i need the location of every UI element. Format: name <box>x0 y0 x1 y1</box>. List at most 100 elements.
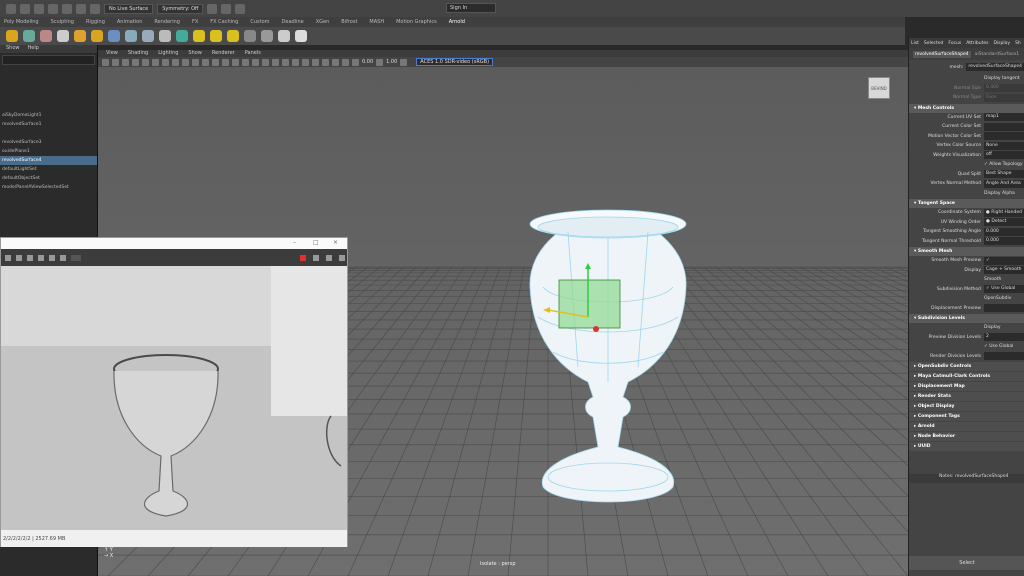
mesh-light-icon[interactable] <box>74 30 86 42</box>
attribute-editor-tab[interactable]: Focus <box>948 41 961 46</box>
region-icon[interactable] <box>16 254 22 261</box>
lasso-tool-icon[interactable] <box>20 3 30 14</box>
display-icon[interactable] <box>49 254 55 261</box>
license-icon[interactable] <box>244 30 256 42</box>
mesh-name-field[interactable]: revolvedSurfaceShape4 <box>966 63 1024 71</box>
wireframe-on-shaded-icon[interactable] <box>232 58 239 66</box>
shader-icon[interactable] <box>159 30 171 42</box>
eye-icon[interactable] <box>278 30 290 42</box>
area-light-icon[interactable] <box>40 30 52 42</box>
attribute-editor-tab[interactable]: List <box>911 41 919 46</box>
aov-dropdown[interactable] <box>71 254 81 261</box>
attribute-value[interactable]: Cage + Smooth <box>984 266 1024 275</box>
gamma-icon[interactable] <box>376 58 384 66</box>
channel-icon[interactable] <box>38 254 44 261</box>
xray-icon[interactable] <box>322 58 329 66</box>
outliner-item[interactable] <box>0 129 97 138</box>
bookmark-icon[interactable] <box>122 58 129 66</box>
live-surface-dropdown[interactable]: No Live Surface <box>104 3 154 14</box>
select-button[interactable]: Select <box>909 556 1024 570</box>
attribute-value[interactable]: ✓ <box>984 256 1024 265</box>
stop-render-icon[interactable] <box>300 254 306 261</box>
outliner-menu-help[interactable]: Help <box>28 45 39 53</box>
shelf-tab[interactable]: MASH <box>369 19 384 25</box>
xray-joints-icon[interactable] <box>332 58 339 66</box>
shelf-tab[interactable]: Bifrost <box>341 19 357 25</box>
attribute-value[interactable]: 0.000 <box>984 227 1024 236</box>
attribute-value[interactable]: ✓ Use Global <box>984 344 1013 349</box>
attribute-value[interactable]: Face <box>984 93 1024 102</box>
shelf-tab[interactable]: XGen <box>316 19 330 25</box>
select-tool-icon[interactable] <box>6 3 16 14</box>
xray-components-icon[interactable] <box>342 58 349 66</box>
section-header[interactable]: Subdivision Levels <box>909 314 1024 323</box>
shelf-tab[interactable]: Arnold <box>449 19 465 25</box>
gate-mask-icon[interactable] <box>172 58 179 66</box>
maximize-icon[interactable]: □ <box>313 239 319 246</box>
outliner-item[interactable]: mode/PanelAViewSelectedSet <box>0 183 97 192</box>
shelf-tab[interactable]: Custom <box>250 19 269 25</box>
section-header[interactable]: Maya Catmull-Clark Controls <box>909 372 1024 381</box>
exposure-icon[interactable] <box>352 58 359 66</box>
outliner-item[interactable]: revolvedSurface1 <box>0 120 97 129</box>
attribute-value[interactable] <box>984 122 1024 131</box>
merge-icon[interactable] <box>210 30 222 42</box>
smooth-shade-icon[interactable] <box>222 58 229 66</box>
snap-curve-icon[interactable] <box>62 3 72 14</box>
motion-blur-icon[interactable] <box>282 58 289 66</box>
attribute-value[interactable]: off <box>984 151 1024 160</box>
attribute-value[interactable]: Angle And Area <box>984 179 1024 188</box>
attribute-editor-tab[interactable]: Sh <box>1015 41 1021 46</box>
section-header[interactable]: OpenSubdiv Controls <box>909 362 1024 371</box>
aov-icon[interactable] <box>176 30 188 42</box>
snapshot-icon[interactable] <box>27 254 33 261</box>
isolate-select-icon[interactable] <box>312 58 319 66</box>
outliner-item[interactable]: revolvedSurface4 <box>0 156 97 165</box>
refresh-icon[interactable] <box>313 254 319 261</box>
exposure-field[interactable]: 0.00 <box>362 59 373 65</box>
attribute-value[interactable]: ● Detect <box>984 218 1024 227</box>
attribute-value[interactable]: None <box>984 141 1024 150</box>
resolution-gate-icon[interactable] <box>162 58 169 66</box>
depth-of-field-icon[interactable] <box>302 58 309 66</box>
shelf-tab[interactable]: Sculpting <box>51 19 74 25</box>
camera-select-icon[interactable] <box>326 254 332 261</box>
attribute-value[interactable]: ✓ Allow Topology <box>984 162 1023 167</box>
attribute-value[interactable]: Display <box>984 325 1001 330</box>
snap-grid-icon[interactable] <box>48 3 58 14</box>
operator-icon[interactable] <box>193 30 205 42</box>
color-management-icon[interactable] <box>400 58 408 66</box>
settings-icon[interactable] <box>60 254 66 261</box>
grid-icon[interactable] <box>142 58 149 66</box>
render-icon[interactable] <box>207 3 218 14</box>
attribute-value[interactable]: 2 <box>984 333 1024 342</box>
shadows-icon[interactable] <box>262 58 269 66</box>
viewcube[interactable]: BEHIND <box>868 77 890 99</box>
node-tab-shape[interactable]: revolvedSurfaceShape4 <box>913 50 971 58</box>
render-frame-icon[interactable] <box>5 254 11 261</box>
render-settings-icon[interactable] <box>235 3 246 14</box>
attribute-value[interactable] <box>984 304 1024 313</box>
safe-action-icon[interactable] <box>192 58 199 66</box>
snap-view-icon[interactable] <box>90 3 100 14</box>
sphere-icon[interactable] <box>23 30 35 42</box>
textured-icon[interactable] <box>242 58 249 66</box>
shelf-tab[interactable]: Poly Modeling <box>4 19 39 25</box>
arnold-standin-icon[interactable] <box>108 30 120 42</box>
attribute-value[interactable] <box>984 352 1024 361</box>
ipr-render-icon[interactable] <box>221 3 232 14</box>
section-header[interactable]: Tangent Space <box>909 199 1024 208</box>
outliner-item[interactable]: ouidePlane1 <box>0 147 97 156</box>
paint-tool-icon[interactable] <box>34 3 44 14</box>
attribute-value[interactable]: ● Right Handed <box>983 208 1024 217</box>
shelf-tab[interactable]: Animation <box>117 19 143 25</box>
outliner-item[interactable]: revolvedSurface3 <box>0 138 97 147</box>
close-icon[interactable]: × <box>333 239 338 246</box>
image-plane-icon[interactable] <box>132 58 139 66</box>
shelf-tab[interactable]: FX <box>192 19 198 25</box>
section-header[interactable]: Smooth Mesh <box>909 247 1024 256</box>
view-transform-dropdown[interactable]: ACES 1.0 SDR-video (sRGB) <box>416 58 494 66</box>
photometric-light-icon[interactable] <box>91 30 103 42</box>
outliner-item[interactable]: defaultLightSet <box>0 165 97 174</box>
attribute-editor-tab[interactable]: Display <box>993 41 1010 46</box>
